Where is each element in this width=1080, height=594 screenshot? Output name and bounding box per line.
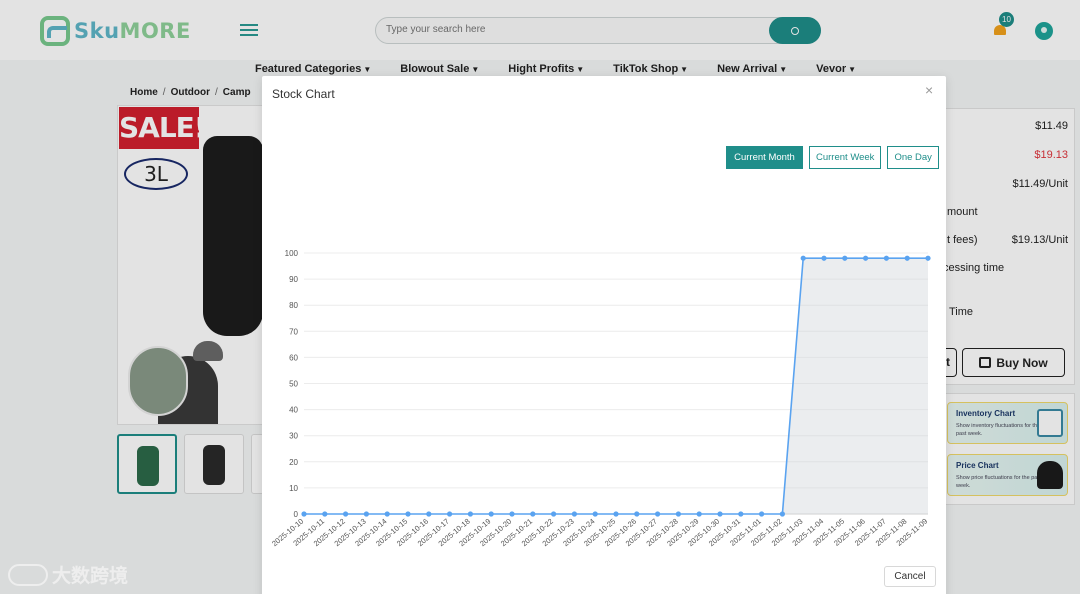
y-tick-label: 80 xyxy=(289,301,298,310)
data-point xyxy=(426,511,432,517)
data-point xyxy=(738,511,744,517)
y-tick-label: 50 xyxy=(289,380,298,389)
close-icon[interactable]: × xyxy=(925,82,933,98)
y-tick-label: 90 xyxy=(289,275,298,284)
data-point xyxy=(322,511,328,517)
data-point xyxy=(800,255,806,261)
chart-area-fill xyxy=(304,258,928,514)
data-point xyxy=(863,255,869,261)
y-tick-label: 40 xyxy=(289,406,298,415)
y-tick-label: 70 xyxy=(289,327,298,336)
data-point xyxy=(696,511,702,517)
range-current-week-button[interactable]: Current Week xyxy=(809,146,882,169)
data-point xyxy=(613,511,619,517)
range-selector: Current Month Current Week One Day xyxy=(726,146,939,169)
data-point xyxy=(592,511,598,517)
x-axis-ticks: 2025-10-102025-10-112025-10-122025-10-13… xyxy=(270,517,929,549)
data-point xyxy=(883,255,890,261)
data-point xyxy=(925,255,931,261)
watermark: 大数跨境 xyxy=(8,561,128,588)
data-point xyxy=(301,511,307,517)
data-point xyxy=(779,511,786,517)
page: SkuMORE 10 Featured Categories▼ Blowout … xyxy=(0,0,1080,594)
data-point xyxy=(384,511,390,517)
data-point xyxy=(488,511,494,517)
data-point xyxy=(655,511,661,517)
data-point xyxy=(821,255,827,261)
data-point xyxy=(363,511,369,517)
y-axis-ticks: 0102030405060708090100 xyxy=(285,249,299,519)
data-point xyxy=(530,511,536,517)
data-point xyxy=(759,511,765,517)
data-point xyxy=(717,511,723,517)
y-tick-label: 30 xyxy=(289,432,298,441)
data-point xyxy=(571,511,577,517)
data-point xyxy=(842,255,848,261)
data-point xyxy=(405,511,411,517)
data-point xyxy=(509,511,515,517)
range-current-month-button[interactable]: Current Month xyxy=(726,146,803,169)
data-point xyxy=(904,255,910,261)
stock-chart-modal: Stock Chart × Current Month Current Week… xyxy=(262,76,946,594)
y-tick-label: 60 xyxy=(289,353,298,362)
stock-chart: 0102030405060708090100 2025-10-102025-10… xyxy=(270,249,931,549)
y-tick-label: 10 xyxy=(289,484,298,493)
data-point xyxy=(447,511,453,517)
cancel-button[interactable]: Cancel xyxy=(884,566,936,587)
data-point xyxy=(467,511,473,517)
data-point xyxy=(343,511,349,517)
data-point xyxy=(551,511,557,517)
data-point xyxy=(675,511,681,517)
series-area xyxy=(304,258,928,514)
data-point xyxy=(634,511,640,517)
modal-title: Stock Chart xyxy=(272,87,335,101)
watermark-logo-icon xyxy=(8,563,48,586)
y-tick-label: 100 xyxy=(285,249,299,258)
range-one-day-button[interactable]: One Day xyxy=(887,146,939,169)
y-tick-label: 20 xyxy=(289,458,298,467)
